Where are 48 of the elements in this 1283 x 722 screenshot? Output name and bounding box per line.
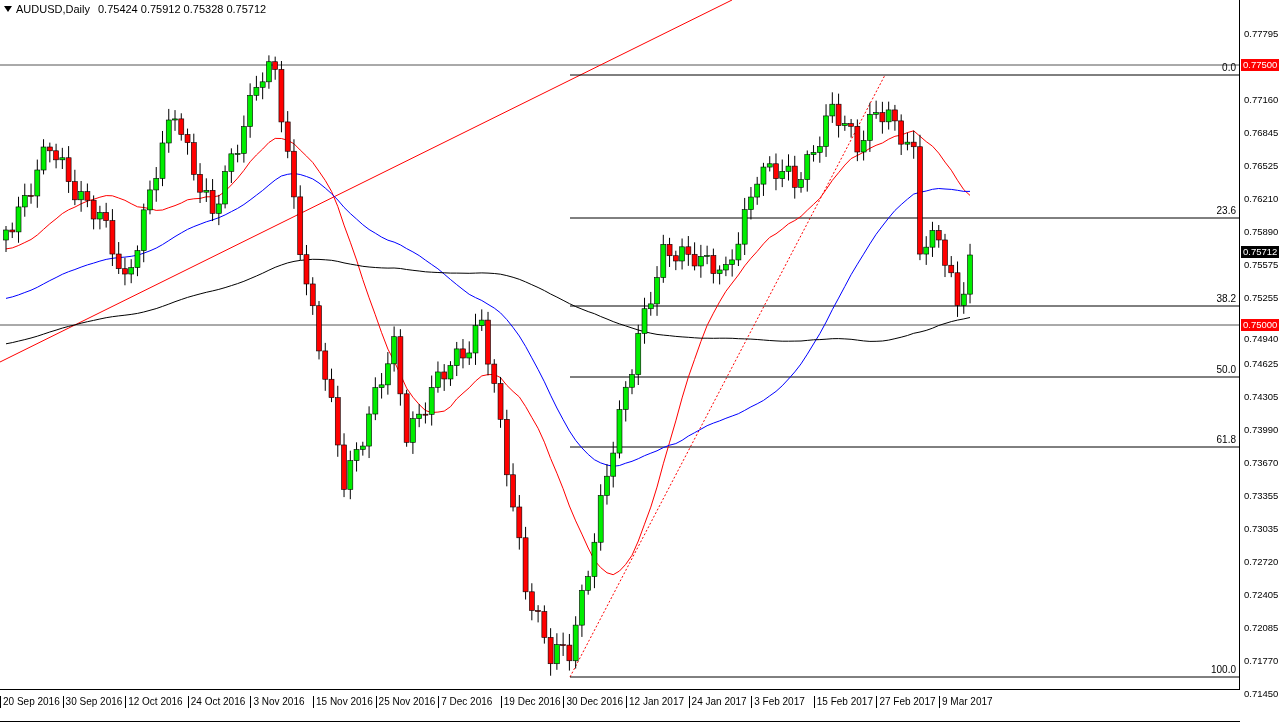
- price-axis-label: 0.75575: [1244, 259, 1279, 270]
- price-axis-label: 0.72085: [1244, 622, 1279, 633]
- symbol-label: AUDUSD,Daily: [16, 3, 90, 15]
- price-axis-label: 0.76845: [1244, 127, 1279, 138]
- date-axis-label: 30 Dec 2016: [563, 696, 624, 708]
- price-axis-label: 0.72405: [1244, 589, 1279, 600]
- date-axis-label: 19 Dec 2016: [500, 696, 561, 708]
- dropdown-triangle-icon[interactable]: [4, 6, 12, 12]
- price-axis-label: 0.71770: [1244, 655, 1279, 666]
- price-axis-label: 0.73035: [1244, 523, 1279, 534]
- fibonacci-level-label: 61.8: [1216, 434, 1236, 445]
- date-axis-label: 9 Mar 2017: [939, 696, 993, 708]
- date-axis-label: 7 Dec 2016: [438, 696, 493, 708]
- date-axis-label: 12 Oct 2016: [125, 696, 183, 708]
- price-axis-label: 0.77160: [1244, 94, 1279, 105]
- price-axis-label: 0.73990: [1244, 424, 1279, 435]
- date-axis-label: 20 Sep 2016: [0, 696, 60, 708]
- date-axis-label: 30 Sep 2016: [62, 696, 123, 708]
- date-axis-label: 15 Feb 2017: [813, 696, 873, 708]
- fibonacci-level-label: 38.2: [1216, 293, 1236, 304]
- fibonacci-level-label: 100.0: [1210, 664, 1236, 675]
- date-axis-label: 3 Nov 2016: [250, 696, 305, 708]
- price-axis-label: 0.76210: [1244, 193, 1279, 204]
- fibonacci-level-label: 0.0: [1222, 62, 1236, 73]
- date-axis-label: 15 Nov 2016: [313, 696, 373, 708]
- price-axis-label: 0.74625: [1244, 358, 1279, 369]
- price-axis-label: 0.72720: [1244, 556, 1279, 567]
- date-axis-label: 27 Feb 2017: [876, 696, 936, 708]
- date-axis-label: 24 Jan 2017: [688, 696, 747, 708]
- price-tag: 0.75000: [1241, 319, 1280, 331]
- date-axis-label: 24 Oct 2016: [187, 696, 246, 708]
- price-axis-label: 0.71450: [1244, 688, 1279, 699]
- price-tag: 0.77500: [1241, 59, 1280, 71]
- date-axis-label: 25 Nov 2016: [375, 696, 436, 708]
- ohlc-values: 0.75424 0.75912 0.75328 0.75712: [97, 3, 267, 15]
- price-axis-label: 0.75890: [1244, 226, 1279, 237]
- date-axis-label: 12 Jan 2017: [626, 696, 685, 708]
- price-axis-label: 0.73670: [1244, 457, 1279, 468]
- price-axis-label: 0.75255: [1244, 292, 1279, 303]
- date-axis-label: 3 Feb 2017: [751, 696, 805, 708]
- price-axis-label: 0.77795: [1244, 28, 1279, 39]
- fibonacci-level-label: 23.6: [1216, 205, 1236, 216]
- price-axis-label: 0.76525: [1244, 160, 1279, 171]
- price-axis-label: 0.74305: [1244, 391, 1279, 402]
- price-axis-label: 0.73355: [1244, 490, 1279, 501]
- price-tag: 0.75712: [1241, 246, 1280, 258]
- price-axis-label: 0.74940: [1244, 333, 1279, 344]
- fibonacci-level-label: 50.0: [1216, 364, 1236, 375]
